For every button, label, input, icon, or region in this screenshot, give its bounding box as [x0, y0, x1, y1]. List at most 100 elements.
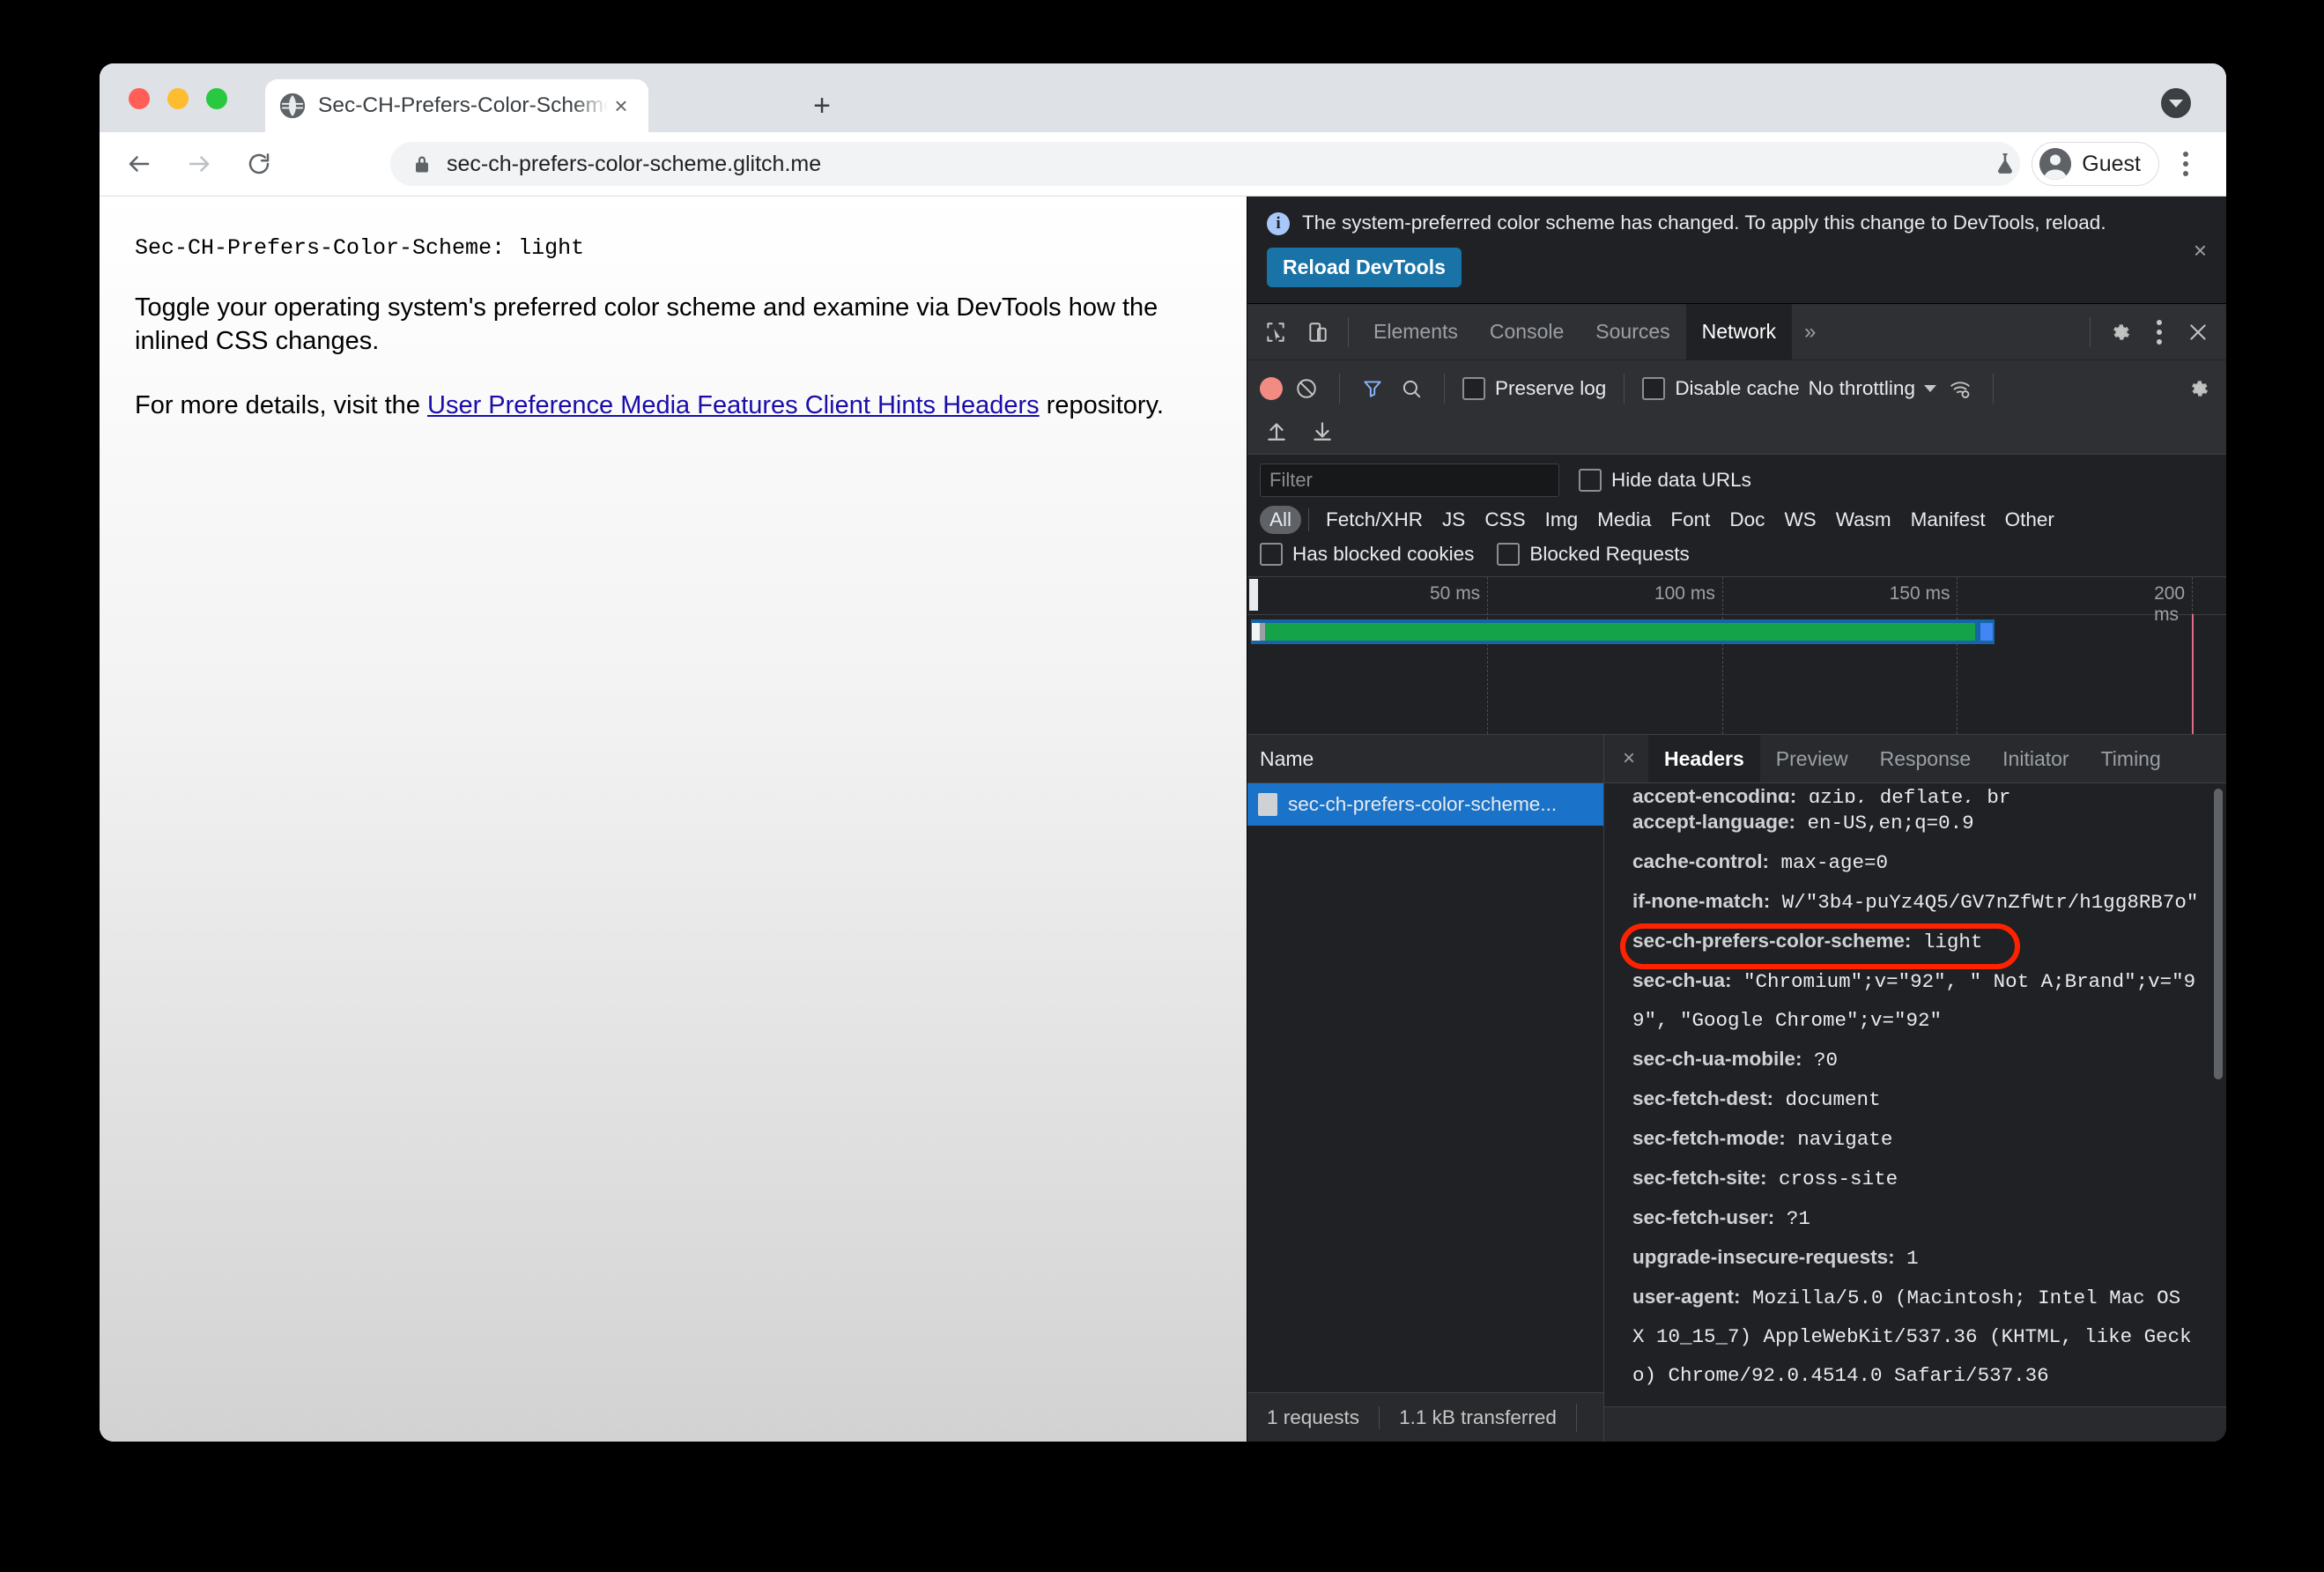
hide-data-urls-checkbox[interactable]: Hide data URLs	[1579, 469, 1751, 493]
search-icon[interactable]	[1396, 374, 1426, 404]
type-filter-media[interactable]: Media	[1588, 506, 1661, 534]
close-icon[interactable]: ×	[2194, 239, 2207, 262]
filter-input[interactable]: Filter	[1260, 463, 1559, 498]
type-filter-js[interactable]: JS	[1432, 506, 1475, 534]
checkbox-box	[1462, 377, 1485, 401]
header-name: if-none-match:	[1632, 890, 1771, 913]
chevron-down-icon[interactable]	[2161, 88, 2191, 118]
has-blocked-cookies-checkbox[interactable]: Has blocked cookies	[1260, 543, 1474, 567]
tab-headers[interactable]: Headers	[1648, 735, 1760, 783]
preserve-log-checkbox[interactable]: Preserve log	[1462, 377, 1606, 401]
header-row: sec-fetch-user: ?1	[1632, 1198, 2203, 1238]
type-filter-img[interactable]: Img	[1536, 506, 1588, 534]
clear-icon[interactable]	[1292, 374, 1321, 404]
header-value: document	[1773, 1088, 1881, 1112]
kebab-menu-icon[interactable]	[2168, 144, 2203, 184]
header-row: sec-ch-ua: "Chromium";v="92", " Not A;Br…	[1632, 961, 2203, 1040]
type-filter-all[interactable]: All	[1260, 506, 1302, 535]
network-status-bar: 1 requests 1.1 kB transferred	[1247, 1392, 1603, 1442]
address-bar[interactable]: sec-ch-prefers-color-scheme.glitch.me	[390, 142, 2020, 186]
tab-preview[interactable]: Preview	[1760, 735, 1864, 782]
header-row: cache-control: max-age=0	[1632, 842, 2203, 882]
close-icon[interactable]: ×	[608, 93, 634, 119]
type-filter-wasm[interactable]: Wasm	[1826, 506, 1901, 534]
import-har-icon[interactable]	[1262, 416, 1292, 446]
type-filter-css[interactable]: CSS	[1475, 506, 1535, 534]
tab-network[interactable]: Network	[1685, 303, 1792, 360]
more-tabs-icon[interactable]: »	[1792, 304, 1828, 360]
timeline-request-bar	[1251, 619, 1995, 645]
gear-icon[interactable]	[2184, 374, 2214, 404]
timeline-selection-handle[interactable]	[1249, 579, 1258, 612]
load-event-marker	[2192, 614, 2194, 735]
divider	[1624, 374, 1625, 404]
header-row: if-none-match: W/"3b4-puYz4Q5/GV7nZfWtr/…	[1632, 882, 2203, 922]
divider	[1444, 374, 1445, 404]
profile-label: Guest	[2082, 151, 2141, 176]
kebab-menu-icon[interactable]	[2142, 312, 2177, 352]
type-filter-font[interactable]: Font	[1661, 506, 1720, 534]
tab-timing[interactable]: Timing	[2085, 735, 2177, 782]
page-header: Sec-CH-Prefers-Color-Scheme: light	[135, 235, 585, 261]
header-name: sec-ch-ua-mobile:	[1632, 1048, 1802, 1071]
tab-sources[interactable]: Sources	[1580, 304, 1685, 360]
type-filter-fetch-xhr[interactable]: Fetch/XHR	[1316, 506, 1432, 534]
export-har-icon[interactable]	[1307, 416, 1337, 446]
browser-toolbar: sec-ch-prefers-color-scheme.glitch.me Gu…	[100, 132, 2226, 196]
reload-icon[interactable]	[239, 144, 279, 184]
devtools-panel: i The system-preferred color scheme has …	[1247, 196, 2226, 1442]
resource-type-filters: All Fetch/XHR JS CSS Img Media Font Doc …	[1260, 506, 2214, 535]
chevron-down-icon[interactable]	[1923, 385, 1936, 393]
close-icon[interactable]	[2177, 311, 2219, 353]
device-toggle-icon[interactable]	[1297, 311, 1339, 353]
scrollbar[interactable]	[2214, 789, 2223, 1080]
new-tab-button[interactable]: +	[804, 88, 840, 123]
browser-tab[interactable]: Sec-CH-Prefers-Color-Scheme ×	[265, 79, 648, 132]
reload-devtools-button[interactable]: Reload DevTools	[1267, 248, 1462, 288]
flask-icon[interactable]	[1987, 146, 2023, 182]
checkbox-box	[1497, 543, 1521, 567]
maximize-window-button[interactable]	[206, 88, 227, 109]
notification-text: The system-preferred color scheme has ch…	[1302, 211, 2106, 234]
tab-initiator[interactable]: Initiator	[1987, 735, 2084, 782]
record-icon[interactable]	[1260, 377, 1283, 401]
request-headers-list[interactable]: accept-encoding: gzip, deflate, br accept…	[1604, 783, 2226, 1406]
profile-button[interactable]: Guest	[2032, 142, 2159, 186]
requests-list: Name sec-ch-prefers-color-scheme... 1 re…	[1247, 735, 1604, 1442]
requests-column-header[interactable]: Name	[1247, 735, 1603, 784]
back-arrow-icon[interactable]	[119, 144, 159, 184]
throttling-select[interactable]: No throttling	[1809, 377, 1915, 400]
tick-label-50ms: 50 ms	[1430, 583, 1481, 604]
disable-cache-label: Disable cache	[1675, 377, 1800, 400]
blocked-requests-checkbox[interactable]: Blocked Requests	[1497, 543, 1690, 567]
inspect-cursor-icon[interactable]	[1255, 311, 1297, 353]
gear-icon[interactable]	[2099, 311, 2142, 353]
network-overview-timeline[interactable]: 50 ms 100 ms 150 ms 200 ms	[1247, 576, 2226, 735]
header-name: sec-fetch-dest:	[1632, 1087, 1774, 1110]
tab-console[interactable]: Console	[1474, 304, 1580, 360]
close-window-button[interactable]	[129, 88, 150, 109]
type-filter-doc[interactable]: Doc	[1720, 506, 1774, 534]
network-conditions-icon[interactable]	[1945, 374, 1975, 404]
close-icon[interactable]: ×	[1610, 735, 1648, 782]
forward-arrow-icon[interactable]	[179, 144, 219, 184]
header-name: sec-ch-prefers-color-scheme:	[1632, 930, 1912, 953]
header-name: sec-ch-ua:	[1632, 969, 1732, 992]
type-filter-ws[interactable]: WS	[1774, 506, 1825, 534]
page-paragraph-1: Toggle your operating system's preferred…	[135, 293, 1158, 356]
header-name: accept-language:	[1632, 811, 1796, 834]
repository-link[interactable]: User Preference Media Features Client Hi…	[427, 391, 1040, 419]
header-name: sec-fetch-site:	[1632, 1167, 1767, 1190]
minimize-window-button[interactable]	[167, 88, 189, 109]
tick-label-150ms: 150 ms	[1889, 583, 1950, 604]
header-name: cache-control:	[1632, 850, 1770, 873]
type-filter-manifest[interactable]: Manifest	[1901, 506, 1995, 534]
disable-cache-checkbox[interactable]: Disable cache	[1642, 377, 1800, 401]
filter-funnel-icon[interactable]	[1358, 374, 1388, 404]
table-row[interactable]: sec-ch-prefers-color-scheme...	[1247, 783, 1603, 827]
tab-response[interactable]: Response	[1864, 735, 1987, 782]
type-filter-other[interactable]: Other	[1995, 506, 2064, 534]
globe-icon	[279, 93, 306, 119]
devtools-notification: i The system-preferred color scheme has …	[1247, 196, 2226, 304]
tab-elements[interactable]: Elements	[1358, 304, 1474, 360]
